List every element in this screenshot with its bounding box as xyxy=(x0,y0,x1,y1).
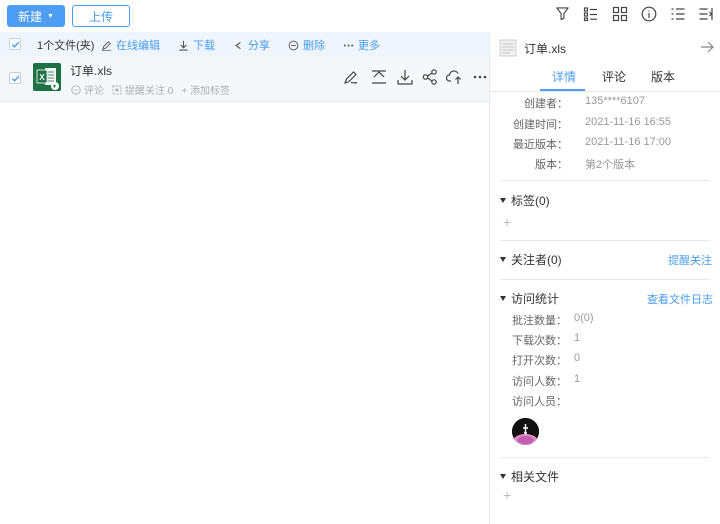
sort-icon[interactable] xyxy=(670,6,686,22)
download-icon[interactable] xyxy=(396,68,414,86)
download-action[interactable]: 下载 xyxy=(178,37,215,53)
detail-value: 2021-11-16 16:55 xyxy=(585,116,672,128)
visitor-avatar[interactable] xyxy=(512,418,539,445)
panel-title: 订单.xls xyxy=(524,41,567,56)
detail-value: 2021-11-16 17:00 xyxy=(585,136,672,148)
upload-button[interactable]: 上传 xyxy=(72,5,130,27)
excel-file-icon: X xyxy=(32,62,62,92)
stat-value: 1 xyxy=(574,332,581,344)
stats-section-header[interactable]: 访问统计 xyxy=(500,290,559,307)
edit-online-icon[interactable] xyxy=(342,68,360,86)
tags-title: 标签(0) xyxy=(511,194,550,208)
detail-value: 第2个版本 xyxy=(585,159,636,171)
tab-comments[interactable]: 评论 xyxy=(602,68,626,85)
add-related-file-plus-icon[interactable]: + xyxy=(503,487,511,503)
section-divider xyxy=(500,279,709,280)
stats-title: 访问统计 xyxy=(511,292,560,306)
more-icon[interactable] xyxy=(473,75,487,79)
detail-panel: 订单.xls 详情 评论 版本 创建者： 135****6107 创建时间： 2… xyxy=(489,32,720,524)
cloud-upload-icon[interactable] xyxy=(446,68,464,86)
close-panel-arrow-icon[interactable] xyxy=(700,40,714,54)
section-divider xyxy=(500,457,709,458)
selection-count: 1个文件(夹) xyxy=(37,40,95,52)
tabs-divider xyxy=(490,91,720,92)
stat-value: 0(0) xyxy=(574,312,594,324)
download-label: 下载 xyxy=(193,40,215,52)
top-toolbar: 新建 ▼ 上传 xyxy=(0,0,720,32)
check-icon xyxy=(11,75,19,82)
view-file-log-link[interactable]: 查看文件日志 xyxy=(647,291,713,307)
comment-link[interactable]: 评论 xyxy=(71,82,104,97)
edit-online-label: 在线编辑 xyxy=(116,40,160,52)
file-meta: 评论 提醒关注 0 + 添加标签 xyxy=(71,82,238,97)
check-icon xyxy=(11,41,19,48)
grid-view-icon[interactable] xyxy=(612,6,628,22)
related-files-section-header[interactable]: 相关文件 xyxy=(500,468,559,485)
file-name[interactable]: 订单.xls xyxy=(70,62,112,79)
more-label: 更多 xyxy=(358,40,380,52)
detail-key: 版本： xyxy=(535,159,568,171)
file-row[interactable]: X 订单.xls 评论 提醒关注 0 + 添加标签 xyxy=(0,56,490,102)
remind-link[interactable]: 提醒关注 0 xyxy=(112,82,173,97)
stat-key: 访问人员： xyxy=(512,396,567,408)
upload-version-icon[interactable] xyxy=(370,68,388,86)
share-icon[interactable] xyxy=(421,68,439,86)
delete-label: 删除 xyxy=(303,40,325,52)
filter-icon[interactable] xyxy=(555,6,570,21)
file-checkbox[interactable] xyxy=(9,72,21,84)
file-thumbnail-icon xyxy=(499,39,517,57)
collapse-triangle-icon xyxy=(500,257,506,262)
tab-versions[interactable]: 版本 xyxy=(651,68,675,85)
edit-online-icon xyxy=(101,40,112,51)
add-tag-plus-icon[interactable]: + xyxy=(503,214,511,230)
more-icon xyxy=(343,43,354,47)
remind-follow-link[interactable]: 提醒关注 xyxy=(668,252,712,268)
comment-label: 评论 xyxy=(84,86,104,97)
detail-key: 最近版本： xyxy=(513,139,568,151)
followers-section-header[interactable]: 关注者(0) xyxy=(500,251,562,268)
share-action[interactable]: 分享 xyxy=(233,37,270,53)
list-view-icon[interactable] xyxy=(583,6,599,22)
related-files-title: 相关文件 xyxy=(511,470,560,484)
stat-key: 下载次数： xyxy=(512,335,567,347)
selection-action-bar: 1个文件(夹) 在线编辑 下载 分享 删除 更多 xyxy=(0,32,490,56)
collapse-panel-icon[interactable] xyxy=(698,6,714,22)
new-button[interactable]: 新建 ▼ xyxy=(7,5,65,27)
detail-value: 135****6107 xyxy=(585,95,645,107)
remind-label: 提醒关注 0 xyxy=(125,86,174,97)
panel-tabs: 详情 评论 版本 xyxy=(490,65,720,91)
share-icon xyxy=(235,41,241,49)
new-button-label: 新建 xyxy=(18,9,43,24)
select-all-checkbox[interactable] xyxy=(9,38,21,50)
stat-key: 访问人数： xyxy=(512,376,567,388)
followers-title: 关注者(0) xyxy=(511,253,562,267)
stat-value: 1 xyxy=(574,373,581,385)
tab-details[interactable]: 详情 xyxy=(552,68,576,85)
edit-online-action[interactable]: 在线编辑 xyxy=(101,37,160,53)
share-label: 分享 xyxy=(248,40,270,52)
tags-section-header[interactable]: 标签(0) xyxy=(500,192,550,209)
caret-down-icon: ▼ xyxy=(47,12,54,20)
collapse-triangle-icon xyxy=(500,198,506,203)
section-divider xyxy=(500,240,709,241)
detail-key: 创建时间： xyxy=(513,119,568,131)
add-tag-link[interactable]: + 添加标签 xyxy=(181,82,230,97)
more-action[interactable]: 更多 xyxy=(343,37,380,53)
stat-key: 打开次数： xyxy=(512,355,567,367)
collapse-triangle-icon xyxy=(500,296,506,301)
delete-icon xyxy=(288,40,299,50)
section-divider xyxy=(500,180,709,181)
svg-text:X: X xyxy=(39,73,45,82)
info-icon[interactable] xyxy=(641,6,657,22)
comment-icon xyxy=(71,84,81,95)
delete-action[interactable]: 删除 xyxy=(288,37,325,53)
panel-header: 订单.xls xyxy=(499,39,566,57)
collapse-triangle-icon xyxy=(500,474,506,479)
stat-value: 0 xyxy=(574,352,581,364)
detail-key: 创建者： xyxy=(524,98,568,110)
download-icon xyxy=(179,40,188,51)
stat-key: 批注数量： xyxy=(512,315,567,327)
remind-icon xyxy=(112,85,122,94)
